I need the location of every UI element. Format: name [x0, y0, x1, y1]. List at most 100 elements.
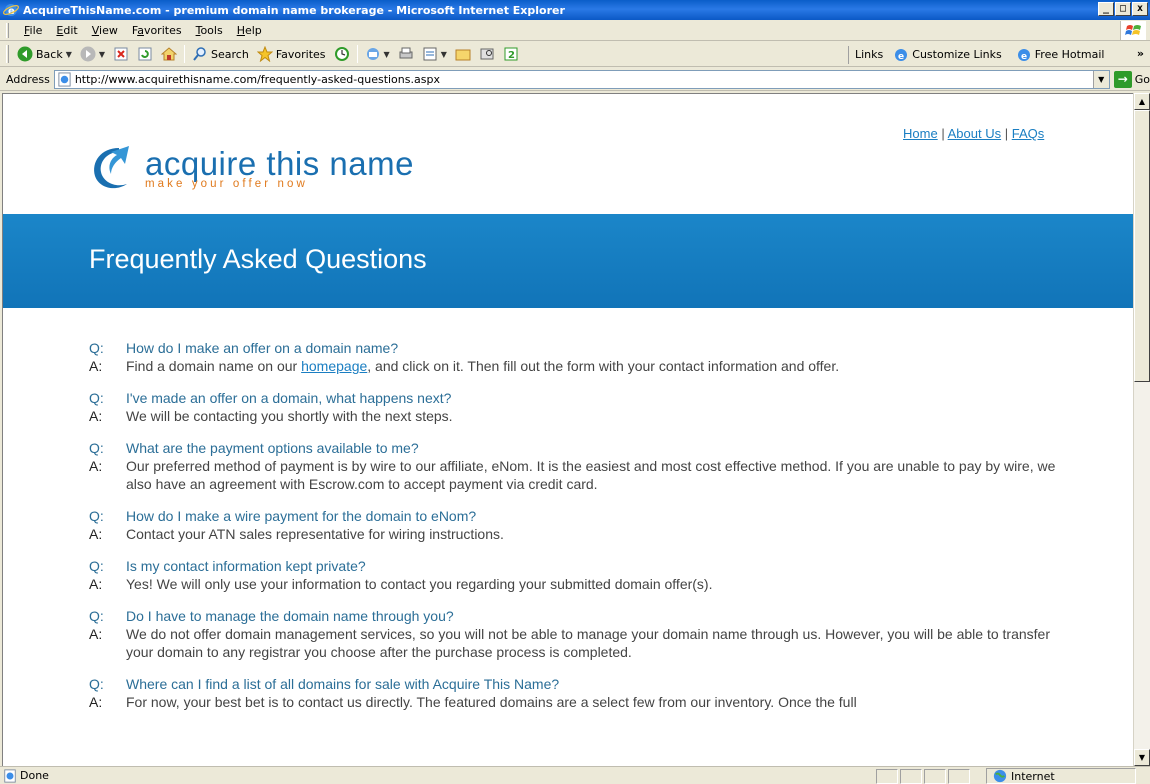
page-title: Frequently Asked Questions: [89, 244, 427, 274]
status-panel: [900, 769, 922, 784]
window-title: AcquireThisName.com - premium domain nam…: [23, 3, 565, 17]
globe-icon: [993, 769, 1007, 783]
homepage-link[interactable]: homepage: [301, 358, 367, 374]
q-label: Q:: [89, 508, 104, 524]
minimize-button[interactable]: _: [1098, 2, 1114, 16]
research-button[interactable]: [475, 43, 499, 65]
forward-dropdown-icon[interactable]: ▼: [99, 50, 105, 59]
a-label: A:: [89, 526, 103, 542]
scroll-down-button[interactable]: ▼: [1134, 749, 1150, 766]
history-button[interactable]: [330, 43, 354, 65]
go-arrow-icon: →: [1113, 70, 1132, 88]
research-icon: [480, 48, 494, 60]
nav-home-link[interactable]: Home: [903, 126, 938, 141]
print-icon: [399, 47, 413, 59]
security-zone[interactable]: Internet: [986, 768, 1136, 784]
site-logo[interactable]: acquire this name make your offer now: [89, 142, 414, 194]
maximize-button[interactable]: □: [1115, 2, 1131, 16]
answer-text: , and click on it. Then fill out the for…: [367, 358, 840, 374]
logo-swoosh-icon: [94, 146, 129, 189]
toolbar-grip[interactable]: [6, 22, 9, 38]
search-label: Search: [211, 47, 249, 61]
nav-about-link[interactable]: About Us: [948, 126, 1001, 141]
q-label: Q:: [89, 558, 104, 574]
vertical-scrollbar[interactable]: ▲ ▼: [1133, 93, 1150, 766]
menu-help[interactable]: Help: [230, 24, 269, 37]
back-dropdown-icon[interactable]: ▼: [66, 50, 72, 59]
menu-view[interactable]: View: [85, 24, 125, 37]
toolbar-grip[interactable]: [6, 45, 9, 63]
free-hotmail-link[interactable]: e Free Hotmail: [1012, 44, 1109, 66]
favorites-button[interactable]: Favorites: [253, 43, 330, 65]
title-bar[interactable]: e AcquireThisName.com - premium domain n…: [0, 0, 1150, 20]
menu-tools[interactable]: Tools: [189, 24, 230, 37]
svg-text:2: 2: [508, 50, 515, 61]
free-hotmail-label: Free Hotmail: [1034, 48, 1105, 61]
q-label: Q:: [89, 608, 104, 624]
standard-toolbar: Back ▼ ▼ Search Favorites ▼ ▼ 2 Links e …: [0, 42, 1150, 67]
a-label: A:: [89, 458, 103, 474]
address-url: http://www.acquirethisname.com/frequentl…: [74, 72, 440, 86]
mail-button[interactable]: ▼: [361, 43, 394, 65]
close-button[interactable]: x: [1132, 2, 1148, 16]
page-done-icon: [4, 768, 16, 783]
faq-item: Q: I've made an offer on a domain, what h…: [89, 389, 1079, 425]
faq-question: How do I make an offer on a domain name?: [126, 340, 399, 356]
address-dropdown-icon[interactable]: ▼: [1092, 70, 1109, 88]
edit-button[interactable]: ▼: [418, 43, 451, 65]
home-icon: [161, 47, 178, 61]
forward-button[interactable]: ▼: [76, 43, 109, 65]
home-button[interactable]: [157, 43, 181, 65]
search-button[interactable]: Search: [188, 43, 253, 65]
page-icon: [58, 71, 71, 87]
faq-item: Q: Where can I find a list of all domains…: [89, 675, 1079, 711]
history-icon: [334, 47, 349, 61]
toolbar-overflow-chevron[interactable]: »: [1137, 47, 1144, 60]
answer-text: Find a domain name on our: [126, 358, 302, 374]
status-bar: Done Internet: [0, 766, 1150, 784]
faq-answer: We will be contacting you shortly with t…: [126, 408, 453, 424]
favorites-label: Favorites: [275, 47, 326, 61]
toolbar-separator: [356, 45, 358, 63]
q-label: Q:: [89, 390, 104, 406]
faq-item: Q: Do I have to manage the domain name th…: [89, 607, 1079, 661]
faq-answer: For now, your best bet is to contact us …: [126, 694, 857, 710]
customize-links-label: Customize Links: [912, 48, 1002, 61]
toolbar-separator: [184, 45, 186, 63]
q-label: Q:: [89, 340, 104, 356]
search-icon: [193, 47, 206, 61]
go-button[interactable]: → Go: [1113, 70, 1150, 88]
nav-faqs-link[interactable]: FAQs: [1012, 126, 1045, 141]
go-label: Go: [1134, 72, 1150, 86]
messenger-button[interactable]: 2: [499, 43, 523, 65]
faq-question: Do I have to manage the domain name thro…: [126, 608, 454, 624]
menu-edit[interactable]: Edit: [49, 24, 84, 37]
stop-button[interactable]: [109, 43, 133, 65]
back-button[interactable]: Back ▼: [13, 43, 76, 65]
scroll-up-button[interactable]: ▲: [1134, 93, 1150, 110]
nav-separator: |: [941, 126, 945, 141]
back-arrow-icon: [17, 46, 33, 62]
print-button[interactable]: [394, 43, 418, 65]
faq-item: Q: What are the payment options available…: [89, 439, 1079, 493]
address-input[interactable]: http://www.acquirethisname.com/frequentl…: [53, 69, 1110, 89]
a-label: A:: [89, 626, 103, 642]
edit-dropdown-icon[interactable]: ▼: [441, 50, 447, 59]
faq-question: Is my contact information kept private?: [126, 558, 366, 574]
links-toolbar: Links e Customize Links e Free Hotmail: [848, 42, 1109, 67]
folder-icon: [455, 49, 471, 61]
menu-favorites[interactable]: Favorites: [125, 24, 189, 37]
favorites-star-icon: [256, 46, 273, 62]
address-label: Address: [6, 72, 50, 86]
svg-text:e: e: [898, 52, 904, 62]
faq-answer: We do not offer domain management servic…: [126, 626, 1050, 660]
refresh-button[interactable]: [133, 43, 157, 65]
top-nav: Home | About Us | FAQs: [903, 126, 1044, 141]
mail-dropdown-icon[interactable]: ▼: [384, 50, 390, 59]
customize-links-link[interactable]: e Customize Links: [889, 44, 1006, 66]
discuss-button[interactable]: [451, 43, 475, 65]
scroll-thumb[interactable]: [1134, 110, 1150, 382]
menu-file[interactable]: File: [17, 24, 49, 37]
links-label[interactable]: Links: [855, 48, 883, 61]
a-label: A:: [89, 576, 103, 592]
